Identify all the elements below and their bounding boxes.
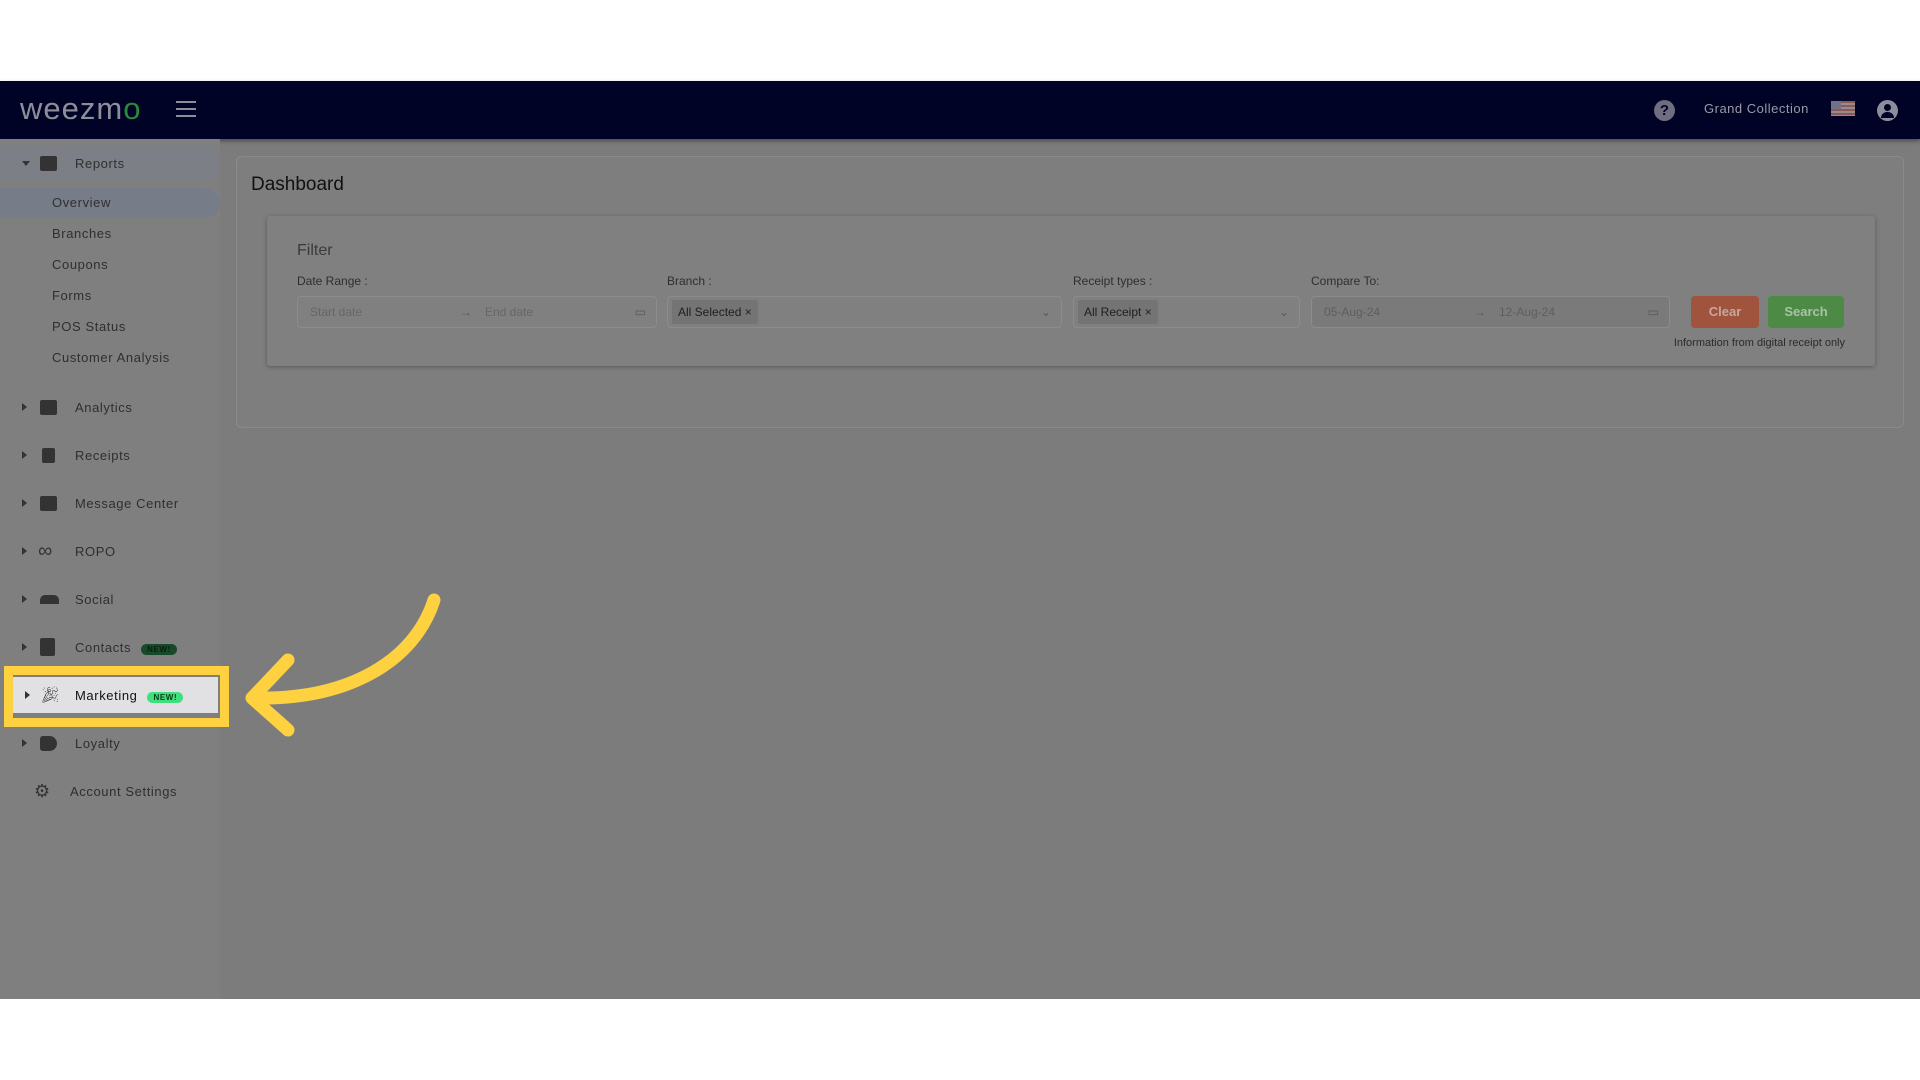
annotation-arrow-icon xyxy=(245,593,441,737)
